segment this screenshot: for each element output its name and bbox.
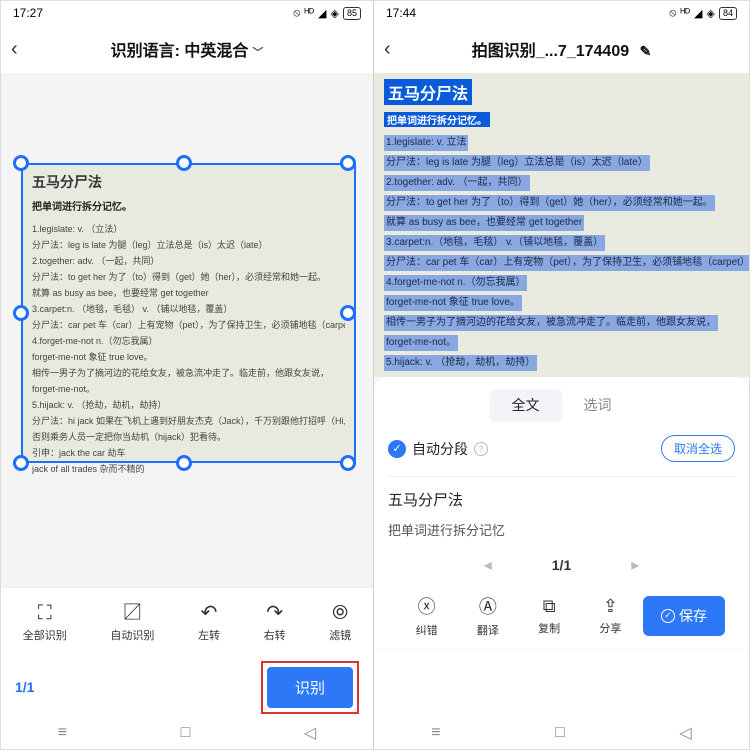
result-title: 拍图识别_...7_174409 ✎: [472, 37, 652, 61]
tab-fulltext[interactable]: 全文: [490, 389, 562, 421]
nav-recent-icon[interactable]: ≡: [431, 724, 440, 742]
header: ‹ 识别语言: 中英混合﹀: [1, 25, 373, 73]
pager-next[interactable]: ▸: [631, 555, 639, 575]
header: ‹ 拍图识别_...7_174409 ✎: [374, 25, 749, 73]
recognize-highlight: 识别: [261, 661, 359, 714]
tool-row: ⛶全部识别 〼自动识别 ↶左转 ↷右转 ⦾滤镜: [1, 587, 373, 657]
crop-handle-tr[interactable]: [340, 155, 356, 171]
mute-icon: ⦸: [669, 7, 676, 20]
nav-back-icon[interactable]: ◁: [304, 723, 316, 743]
bottom-actions: ⓧ纠错 Ⓐ翻译 ⧉复制 ⇪分享 ✓ 保存: [388, 585, 735, 648]
mute-icon: ⦸: [293, 7, 300, 20]
crop-handle-tm[interactable]: [176, 155, 192, 171]
back-button[interactable]: ‹: [384, 38, 391, 61]
system-nav: ≡ □ ◁: [374, 717, 749, 749]
hl-title: 五马分尸法: [384, 79, 472, 105]
battery-icon: 85: [343, 7, 361, 20]
tool-filter[interactable]: ⦾滤镜: [329, 603, 351, 643]
auto-segment-row: ✓ 自动分段 ? 取消全选: [388, 435, 735, 462]
status-time: 17:44: [386, 6, 416, 20]
wifi-icon: ◈: [707, 7, 715, 20]
preview-box[interactable]: 五马分尸法 把单词进行拆分记忆: [388, 476, 735, 539]
hd-icon: ᴴᴰ: [304, 7, 314, 19]
crop-canvas[interactable]: 五马分尸法 把单词进行拆分记忆。 1.legislate: v. （立法） 分尸…: [1, 73, 373, 587]
rotate-right-icon: ↷: [266, 603, 283, 623]
hl-subtitle: 把单词进行拆分记忆。: [384, 112, 490, 127]
back-button[interactable]: ‹: [11, 38, 18, 61]
tool-rotate-left[interactable]: ↶左转: [198, 603, 220, 643]
signal-icon: ◢: [694, 7, 702, 20]
action-translate[interactable]: Ⓐ翻译: [459, 593, 516, 638]
crop-handle-bm[interactable]: [176, 455, 192, 471]
page-indicator: 1/1: [15, 679, 34, 695]
scanned-page: 五马分尸法 把单词进行拆分记忆。 1.legislate: v. （立法） 分尸…: [21, 163, 356, 463]
deselect-all-button[interactable]: 取消全选: [661, 435, 735, 462]
pager-page: 1/1: [552, 557, 571, 573]
status-bar: 17:44 ⦸ ᴴᴰ ◢ ◈ 84: [374, 1, 749, 25]
preview-title: 五马分尸法: [388, 489, 735, 510]
nav-home-icon[interactable]: □: [181, 724, 191, 742]
chevron-down-icon: ﹀: [252, 47, 263, 59]
left-screen: 17:27 ⦸ ᴴᴰ ◢ ◈ 85 ‹ 识别语言: 中英混合﹀ 五马分尸法 把单…: [1, 1, 374, 749]
preview-sub: 把单词进行拆分记忆: [388, 520, 735, 539]
filter-icon: ⦾: [332, 603, 348, 623]
highlighted-text[interactable]: 五马分尸法 把单词进行拆分记忆。 1.legislate: v. 立法 分尸法：…: [374, 73, 749, 377]
status-icons: ⦸ ᴴᴰ ◢ ◈ 85: [293, 7, 361, 20]
save-button[interactable]: ✓ 保存: [643, 596, 725, 636]
recognize-button[interactable]: 识别: [267, 667, 353, 708]
autoseg-label: 自动分段: [412, 439, 468, 459]
wifi-icon: ◈: [331, 7, 339, 20]
help-icon[interactable]: ?: [474, 442, 488, 456]
segment-tabs: 全文 选词: [388, 389, 735, 421]
doc-subtitle: 把单词进行拆分记忆。: [32, 198, 345, 213]
nav-home-icon[interactable]: □: [555, 724, 565, 742]
hd-icon: ᴴᴰ: [680, 7, 690, 19]
crop-handle-bl[interactable]: [13, 455, 29, 471]
crop-handle-mr[interactable]: [340, 305, 356, 321]
action-copy[interactable]: ⧉复制: [521, 596, 578, 636]
bottom-bar: 1/1 识别: [1, 657, 373, 717]
check-icon: ✓: [661, 609, 675, 623]
translate-icon: Ⓐ: [479, 593, 497, 619]
status-icons: ⦸ ᴴᴰ ◢ ◈ 84: [669, 7, 737, 20]
status-bar: 17:27 ⦸ ᴴᴰ ◢ ◈ 85: [1, 1, 373, 25]
crop-handle-br[interactable]: [340, 455, 356, 471]
fullscreen-icon: ⛶: [38, 603, 52, 623]
language-selector[interactable]: 识别语言: 中英混合﹀: [111, 37, 264, 61]
copy-icon: ⧉: [543, 596, 556, 617]
signal-icon: ◢: [318, 7, 326, 20]
edit-icon[interactable]: ✎: [640, 43, 652, 59]
pager-prev[interactable]: ◂: [484, 555, 492, 575]
auto-crop-icon: 〼: [122, 603, 142, 623]
battery-icon: 84: [719, 7, 737, 20]
tool-full-recognize[interactable]: ⛶全部识别: [23, 603, 67, 643]
system-nav: ≡ □ ◁: [1, 717, 373, 749]
action-share[interactable]: ⇪分享: [582, 596, 639, 636]
nav-recent-icon[interactable]: ≡: [58, 724, 67, 742]
tool-auto-recognize[interactable]: 〼自动识别: [110, 603, 154, 643]
rotate-left-icon: ↶: [201, 603, 218, 623]
nav-back-icon[interactable]: ◁: [679, 723, 691, 743]
tool-rotate-right[interactable]: ↷右转: [264, 603, 286, 643]
status-time: 17:27: [13, 6, 43, 20]
bottom-sheet: 全文 选词 ✓ 自动分段 ? 取消全选 五马分尸法 把单词进行拆分记忆 ◂: [374, 377, 749, 648]
crop-handle-ml[interactable]: [13, 305, 29, 321]
pager: ◂ 1/1 ▸: [388, 539, 735, 585]
correct-icon: ⓧ: [418, 593, 436, 619]
result-area: 五马分尸法 把单词进行拆分记忆。 1.legislate: v. 立法 分尸法：…: [374, 73, 749, 717]
right-screen: 17:44 ⦸ ᴴᴰ ◢ ◈ 84 ‹ 拍图识别_...7_174409 ✎ 五…: [374, 1, 749, 749]
autoseg-checkbox[interactable]: ✓: [388, 440, 406, 458]
tab-selectword[interactable]: 选词: [562, 389, 634, 421]
doc-title: 五马分尸法: [32, 172, 345, 192]
share-icon: ⇪: [603, 596, 618, 617]
crop-handle-tl[interactable]: [13, 155, 29, 171]
action-correct[interactable]: ⓧ纠错: [398, 593, 455, 638]
